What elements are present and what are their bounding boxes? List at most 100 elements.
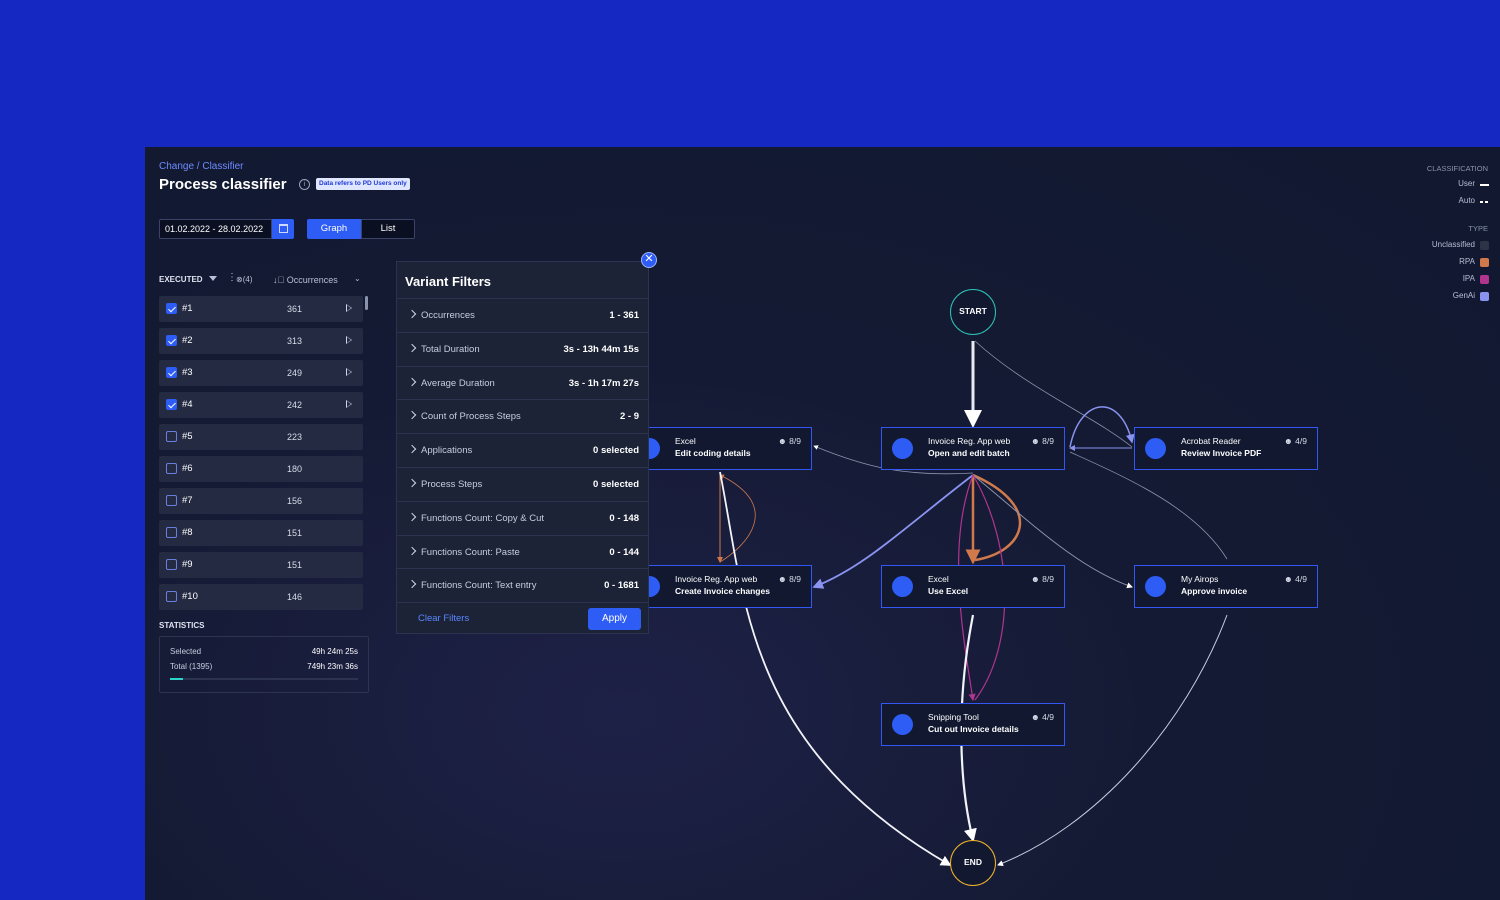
filter-value: 2 - 9 xyxy=(619,411,639,423)
user-icon: ☻ xyxy=(777,574,790,584)
node-icon xyxy=(1145,576,1166,597)
edge-create-excel-coding xyxy=(719,474,756,563)
close-icon[interactable]: ✕ xyxy=(641,252,657,268)
filter-row[interactable]: Count of Process Steps 2 - 9 xyxy=(397,399,648,432)
node-users: ☻ 4/9 xyxy=(1284,436,1307,446)
legend-auto-label: Auto xyxy=(1458,196,1475,205)
user-icon: ☻ xyxy=(1283,436,1296,446)
node-step-label: Review Invoice PDF xyxy=(1181,448,1262,458)
legend-type-label: GenAi xyxy=(1452,291,1475,300)
node-users: ☻ 8/9 xyxy=(1031,574,1054,584)
process-node-acrobat[interactable]: Acrobat Reader Review Invoice PDF ☻ 4/9 xyxy=(1134,427,1318,470)
apply-button[interactable]: Apply xyxy=(588,608,641,630)
filter-row[interactable]: Functions Count: Text entry 0 - 1681 xyxy=(397,568,648,601)
filter-label: Occurrences xyxy=(421,310,475,321)
node-app-label: Invoice Reg. App web xyxy=(675,574,758,584)
node-app-label: Invoice Reg. App web xyxy=(928,436,1011,446)
start-node[interactable]: START xyxy=(950,289,996,335)
filter-label: Total Duration xyxy=(421,343,480,355)
user-icon: ☻ xyxy=(777,436,790,446)
node-icon xyxy=(1145,438,1166,459)
filter-value: 3s - 13h 44m 15s xyxy=(563,343,639,355)
user-icon: ☻ xyxy=(1030,574,1043,584)
clear-filters-button[interactable]: Clear Filters xyxy=(418,613,469,624)
filter-label: Applications xyxy=(421,445,473,457)
filter-value: 1 - 361 xyxy=(609,310,639,321)
filter-label: Process Steps xyxy=(421,479,483,490)
node-users-count: 8/9 xyxy=(1042,574,1054,584)
filter-row[interactable]: Functions Count: Paste 0 - 144 xyxy=(397,534,648,568)
filter-row[interactable]: Applications 0 selected xyxy=(397,433,648,466)
process-node-airops[interactable]: My Airops Approve invoice ☻ 4/9 xyxy=(1134,565,1318,608)
filter-value: 0 - 148 xyxy=(609,512,639,524)
node-users-count: 8/9 xyxy=(789,436,801,446)
chevron-right-icon xyxy=(407,411,417,420)
node-app-label: Acrobat Reader xyxy=(1181,436,1241,446)
legend-type-label: Unclassified xyxy=(1431,240,1475,249)
filter-row[interactable]: Functions Count: Copy & Cut 0 - 148 xyxy=(397,500,648,534)
filter-value: 0 - 1681 xyxy=(604,580,639,592)
edge-batch-acrobat-loop xyxy=(1069,406,1135,448)
node-users: ☻ 8/9 xyxy=(778,574,801,584)
node-users-count: 8/9 xyxy=(1042,436,1054,446)
legend-type-label: IPA xyxy=(1462,274,1475,283)
node-step-label: Edit coding details xyxy=(675,448,751,458)
process-node-excel-use[interactable]: Excel Use Excel ☻ 8/9 xyxy=(881,565,1065,608)
filter-label: Average Duration xyxy=(421,377,495,389)
node-icon xyxy=(892,438,913,459)
process-node-invoice-create[interactable]: Invoice Reg. App web Create Invoice chang… xyxy=(628,565,812,608)
chevron-right-icon xyxy=(407,377,417,386)
user-icon: ☻ xyxy=(1030,436,1043,446)
chevron-right-icon xyxy=(407,512,417,522)
node-icon xyxy=(892,714,913,735)
node-icon xyxy=(892,576,913,597)
filter-row[interactable]: Occurrences 1 - 361 xyxy=(397,298,648,331)
node-users-count: 4/9 xyxy=(1295,436,1307,446)
node-users: ☻ 4/9 xyxy=(1284,574,1307,584)
legend-type-label: RPA xyxy=(1459,257,1475,266)
user-icon: ☻ xyxy=(1283,574,1296,584)
node-app-label: Snipping Tool xyxy=(928,712,979,722)
type-title: TYPE xyxy=(1468,224,1488,233)
legend-auto-line xyxy=(1480,201,1489,203)
node-app-label: Excel xyxy=(675,436,696,446)
process-node-invoice-batch[interactable]: Invoice Reg. App web Open and edit batch ☻… xyxy=(881,427,1065,470)
filter-row[interactable]: Average Duration 3s - 1h 17m 27s xyxy=(397,365,648,399)
node-step-label: Approve invoice xyxy=(1181,586,1248,596)
filter-row[interactable]: Total Duration 3s - 13h 44m 15s xyxy=(397,331,648,365)
classification-title: CLASSIFICATION xyxy=(1426,164,1488,173)
filter-label: Functions Count: Paste xyxy=(421,546,520,558)
chevron-right-icon xyxy=(407,309,417,319)
node-app-label: My Airops xyxy=(1181,574,1219,584)
chevron-right-icon xyxy=(407,580,417,589)
legend-type-swatch xyxy=(1480,275,1489,284)
filter-label: Functions Count: Copy & Cut xyxy=(421,512,545,524)
node-users-count: 4/9 xyxy=(1042,712,1054,722)
process-node-excel-coding[interactable]: Excel Edit coding details ☻ 8/9 xyxy=(628,427,812,470)
filter-value: 0 - 144 xyxy=(609,546,639,558)
legend-type-swatch xyxy=(1480,258,1489,267)
node-users: ☻ 8/9 xyxy=(1031,436,1054,446)
node-step-label: Create Invoice changes xyxy=(675,586,770,596)
legend-type-swatch xyxy=(1480,292,1489,301)
variant-filters-panel: Variant Filters Occurrences 1 - 361 Total … xyxy=(396,261,649,634)
node-step-label: Use Excel xyxy=(928,586,969,596)
variant-filters-title: Variant Filters xyxy=(405,274,491,289)
user-icon: ☻ xyxy=(1030,712,1043,722)
legend-user-line xyxy=(1480,184,1489,186)
process-graph xyxy=(717,340,1228,866)
edge-excel-coding-end xyxy=(719,471,952,866)
chevron-right-icon xyxy=(407,444,417,454)
node-users-count: 8/9 xyxy=(789,574,801,584)
chevron-right-icon xyxy=(407,546,417,555)
filter-divider xyxy=(397,602,648,604)
process-node-snipping[interactable]: Snipping Tool Cut out Invoice details ☻ 4/… xyxy=(881,703,1065,746)
node-step-label: Cut out Invoice details xyxy=(928,724,1019,734)
end-node[interactable]: END xyxy=(950,840,996,886)
filter-label: Functions Count: Text entry xyxy=(421,580,537,592)
filter-value: 0 selected xyxy=(593,445,639,457)
filter-row[interactable]: Process Steps 0 selected xyxy=(397,467,648,500)
chevron-right-icon xyxy=(407,343,417,353)
chevron-right-icon xyxy=(407,478,417,488)
app-window: Change / Classifier Process classifier i… xyxy=(145,147,1500,900)
